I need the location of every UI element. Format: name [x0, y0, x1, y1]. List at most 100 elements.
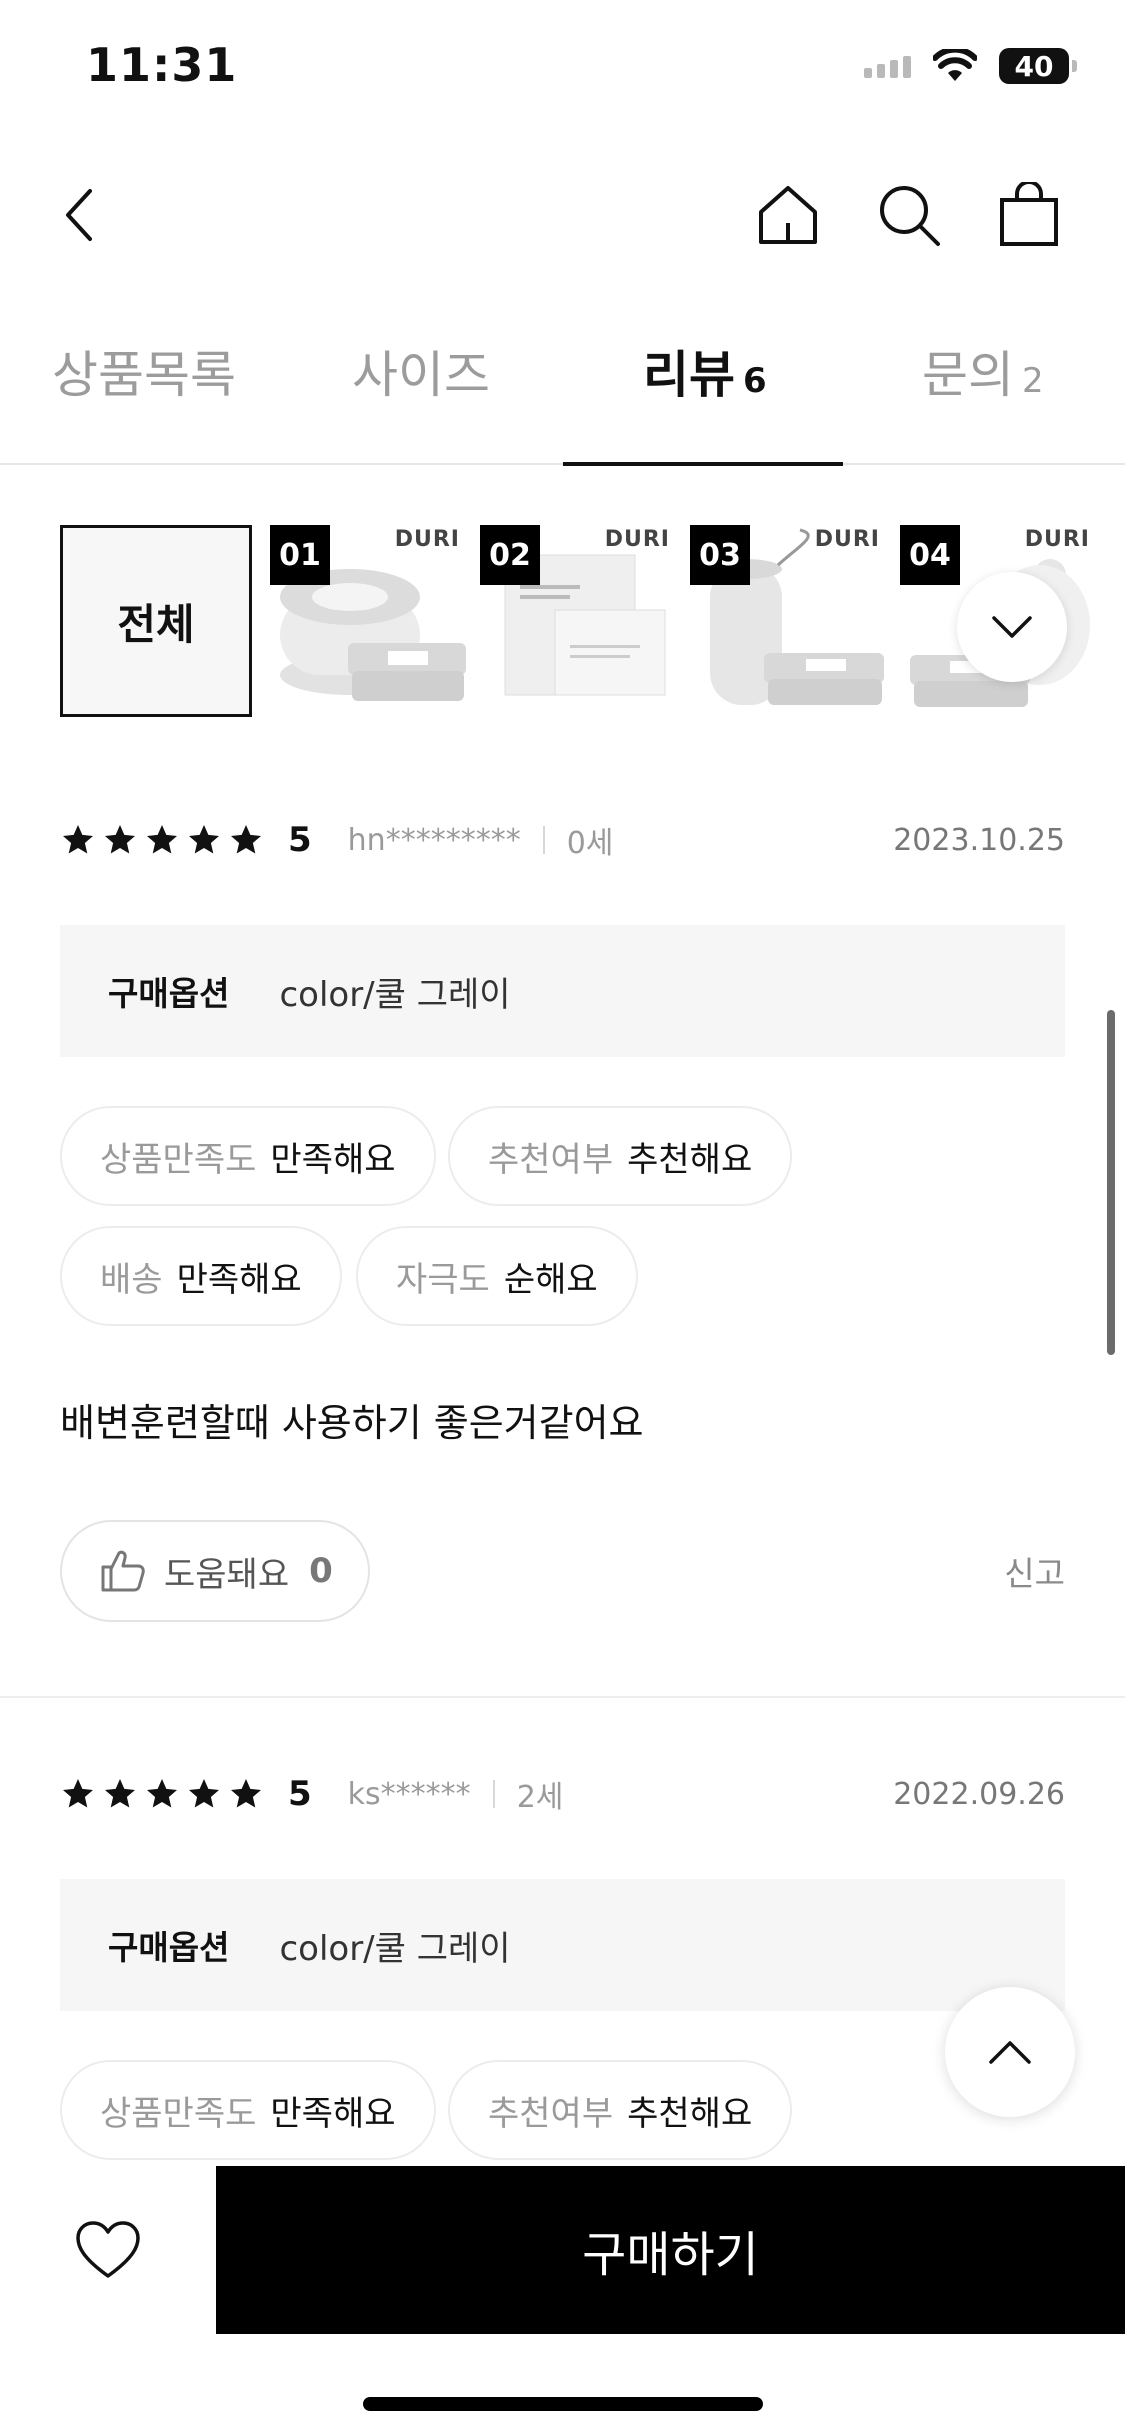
chevron-left-icon [66, 189, 92, 241]
chip-key: 상품만족도 [100, 1139, 257, 1180]
buy-button-label: 구매하기 [582, 2227, 759, 2283]
review-date: 2022.09.26 [893, 1776, 1065, 1812]
divider [492, 1780, 495, 1808]
attribute-chip: 추천여부 추천해요 [448, 1106, 793, 1206]
chevron-down-icon [992, 616, 1032, 638]
rating-score: 5 [288, 820, 312, 860]
attribute-chip: 상품만족도 만족해요 [60, 2060, 436, 2160]
tab-size[interactable]: 사이즈 [352, 335, 490, 463]
chip-value: 만족해요 [270, 1139, 396, 1180]
search-button[interactable] [874, 180, 944, 250]
chevron-up-icon [989, 2041, 1031, 2064]
thumbs-up-icon [101, 1550, 145, 1592]
tab-product-list[interactable]: 상품목록 [52, 335, 236, 463]
chip-value: 추천해요 [627, 1139, 753, 1180]
star-icon [63, 1779, 93, 1808]
chip-key: 상품만족도 [100, 2093, 257, 2134]
review-header: 5 hn********* 0세 2023.10.25 [60, 810, 1065, 870]
nav-bar [0, 160, 1125, 270]
attribute-chip: 상품만족도 만족해요 [60, 1106, 436, 1206]
shopping-bag-icon [1000, 182, 1058, 246]
chip-key: 배송 [100, 1259, 163, 1300]
filter-all-label: 전체 [117, 599, 195, 649]
child-age: 2세 [516, 1780, 564, 1815]
attribute-chip: 배송 만족해요 [60, 1226, 342, 1326]
reviewer-id: ks****** [347, 1776, 471, 1812]
purchase-option: 구매옵션 color/쿨 그레이 [60, 1879, 1065, 2011]
search-icon [880, 186, 940, 246]
active-tab-indicator [563, 462, 843, 466]
filter-number: 02 [480, 525, 540, 585]
tab-label: 문의 [922, 346, 1014, 404]
star-icon [147, 825, 177, 854]
filter-all-button[interactable]: 전체 [60, 525, 252, 717]
filter-option-01[interactable]: 01 DURI [270, 525, 470, 717]
back-button[interactable] [45, 180, 115, 250]
scrollbar[interactable] [1107, 1010, 1115, 1355]
cellular-signal-icon [864, 54, 911, 78]
helpful-count: 0 [309, 1551, 333, 1591]
home-button[interactable] [753, 180, 823, 250]
scroll-to-top-button[interactable] [945, 1987, 1075, 2117]
filter-option-03[interactable]: 03 DURI [690, 525, 890, 717]
star-icon [105, 825, 135, 854]
filter-number: 04 [900, 525, 960, 585]
tab-label: 리뷰 [643, 346, 735, 404]
star-icon [147, 1779, 177, 1808]
star-icon [231, 1779, 261, 1808]
review-date: 2023.10.25 [893, 822, 1065, 858]
cart-button[interactable] [994, 180, 1064, 250]
home-icon [759, 186, 817, 244]
purchase-option-label: 구매옵션 [108, 974, 230, 1013]
report-link[interactable]: 신고 [1004, 1547, 1065, 1595]
helpful-button[interactable]: 도움돼요 0 [60, 1520, 370, 1622]
buy-button[interactable]: 구매하기 [216, 2166, 1125, 2334]
purchase-option-value: color/쿨 그레이 [279, 974, 511, 1015]
review-header: 5 ks****** 2세 2022.09.26 [60, 1764, 1065, 1824]
star-icon [231, 825, 261, 854]
divider [542, 826, 545, 854]
helpful-label: 도움돼요 [164, 1554, 290, 1595]
status-bar: 11:31 40 [0, 0, 1125, 140]
brand-logo: DURI [814, 527, 880, 552]
status-time: 11:31 [86, 38, 238, 92]
home-indicator [363, 2397, 763, 2411]
chip-value: 만족해요 [176, 1259, 302, 1300]
brand-logo: DURI [604, 527, 670, 552]
child-age: 0세 [566, 826, 614, 861]
reviewer-id: hn********* [347, 822, 521, 858]
star-icon [189, 1779, 219, 1808]
filter-number: 01 [270, 525, 330, 585]
purchase-option-label: 구매옵션 [108, 1928, 230, 1967]
star-rating [60, 1776, 264, 1812]
tab-label: 상품목록 [52, 346, 236, 404]
tab-count: 6 [743, 361, 767, 401]
chip-value: 순해요 [503, 1259, 598, 1300]
star-icon [63, 825, 93, 854]
battery-icon: 40 [999, 48, 1077, 84]
status-icons: 40 [864, 48, 1077, 84]
wishlist-button[interactable] [0, 2166, 216, 2334]
tab-count: 2 [1022, 361, 1044, 401]
attribute-chip: 자극도 순해요 [356, 1226, 638, 1326]
tab-reviews[interactable]: 리뷰 6 [643, 335, 767, 463]
expand-filters-button[interactable] [957, 572, 1067, 682]
tab-bar: 상품목록 사이즈 리뷰 6 문의 2 [0, 315, 1125, 466]
filter-option-02[interactable]: 02 DURI [480, 525, 680, 717]
brand-logo: DURI [394, 527, 460, 552]
review-body: 배변훈련할때 사용하기 좋은거같어요 [60, 1401, 644, 1445]
chip-key: 자극도 [396, 1259, 490, 1300]
tab-inquiry[interactable]: 문의 2 [922, 335, 1044, 463]
review-divider [0, 1696, 1125, 1698]
chip-key: 추천여부 [488, 2093, 614, 2134]
chip-value: 만족해요 [270, 2093, 396, 2134]
tab-label: 사이즈 [352, 346, 490, 404]
purchase-option-value: color/쿨 그레이 [279, 1928, 511, 1969]
rating-score: 5 [288, 1774, 312, 1814]
chip-key: 추천여부 [488, 1139, 614, 1180]
attribute-chip: 추천여부 추천해요 [448, 2060, 793, 2160]
chip-value: 추천해요 [627, 2093, 753, 2134]
purchase-option: 구매옵션 color/쿨 그레이 [60, 925, 1065, 1057]
star-icon [105, 1779, 135, 1808]
bottom-action-bar: 구매하기 [0, 2166, 1125, 2436]
